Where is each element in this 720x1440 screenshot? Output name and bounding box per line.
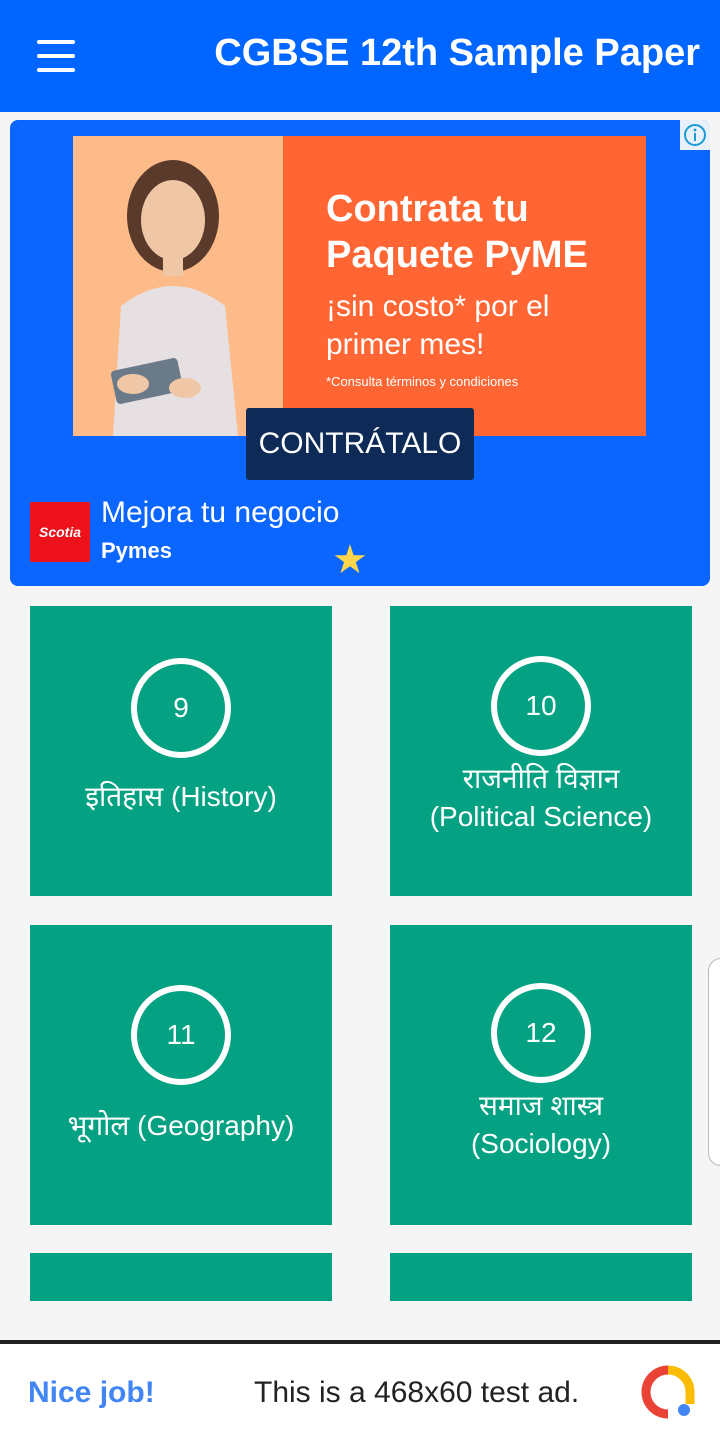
ad-info-icon[interactable] xyxy=(680,120,710,150)
ad-cta-button[interactable]: CONTRÁTALO xyxy=(246,408,474,480)
ad-banner[interactable]: Contrata tu Paquete PyME ¡sin costo* por… xyxy=(10,120,710,586)
ad-title[interactable]: Mejora tu negocio xyxy=(101,496,339,530)
menu-icon[interactable] xyxy=(30,36,82,76)
card-label: समाज शास्त्र (Sociology) xyxy=(470,1090,612,1159)
ad-text: This is a 468x60 test ad. xyxy=(254,1376,580,1409)
admob-logo-icon xyxy=(640,1364,696,1420)
app-bar: CGBSE 12th Sample Paper xyxy=(0,0,720,112)
card-number-badge: 10 xyxy=(491,656,591,756)
ad-image[interactable]: Contrata tu Paquete PyME ¡sin costo* por… xyxy=(73,136,646,436)
ad-disclaimer: *Consulta términos y condiciones xyxy=(326,374,519,389)
bottom-ad-banner[interactable]: Nice job! This is a 468x60 test ad. xyxy=(0,1340,720,1440)
star-icon: ★ xyxy=(332,538,368,582)
card-label: राजनीति विज्ञान (Political Science) xyxy=(429,763,653,832)
subject-card-political-science[interactable]: 10 राजनीति विज्ञान (Political Science) xyxy=(390,606,692,896)
ad-logo[interactable]: Scotia xyxy=(30,502,90,562)
ad-headline: Contrata tu Paquete PyME xyxy=(326,188,588,276)
ad-nice-label: Nice job! xyxy=(28,1376,155,1409)
subject-card-partial[interactable] xyxy=(390,1253,692,1301)
card-number-badge: 11 xyxy=(131,985,231,1085)
subject-card-history[interactable]: 9 इतिहास (History) xyxy=(30,606,332,896)
card-number-badge: 9 xyxy=(131,658,231,758)
page-title: CGBSE 12th Sample Paper xyxy=(214,32,700,74)
subject-card-geography[interactable]: 11 भूगोल (Geography) xyxy=(30,925,332,1225)
scroll-handle[interactable] xyxy=(708,958,720,1166)
card-label: इतिहास (History) xyxy=(85,781,277,812)
ad-subtitle: Pymes xyxy=(101,538,172,563)
card-number-badge: 12 xyxy=(491,983,591,1083)
ad-person-image xyxy=(73,136,283,436)
ad-subline: ¡sin costo* por el primer mes! xyxy=(326,290,550,361)
card-label: भूगोल (Geography) xyxy=(67,1110,295,1141)
subject-card-sociology[interactable]: 12 समाज शास्त्र (Sociology) xyxy=(390,925,692,1225)
subject-card-partial[interactable] xyxy=(30,1253,332,1301)
